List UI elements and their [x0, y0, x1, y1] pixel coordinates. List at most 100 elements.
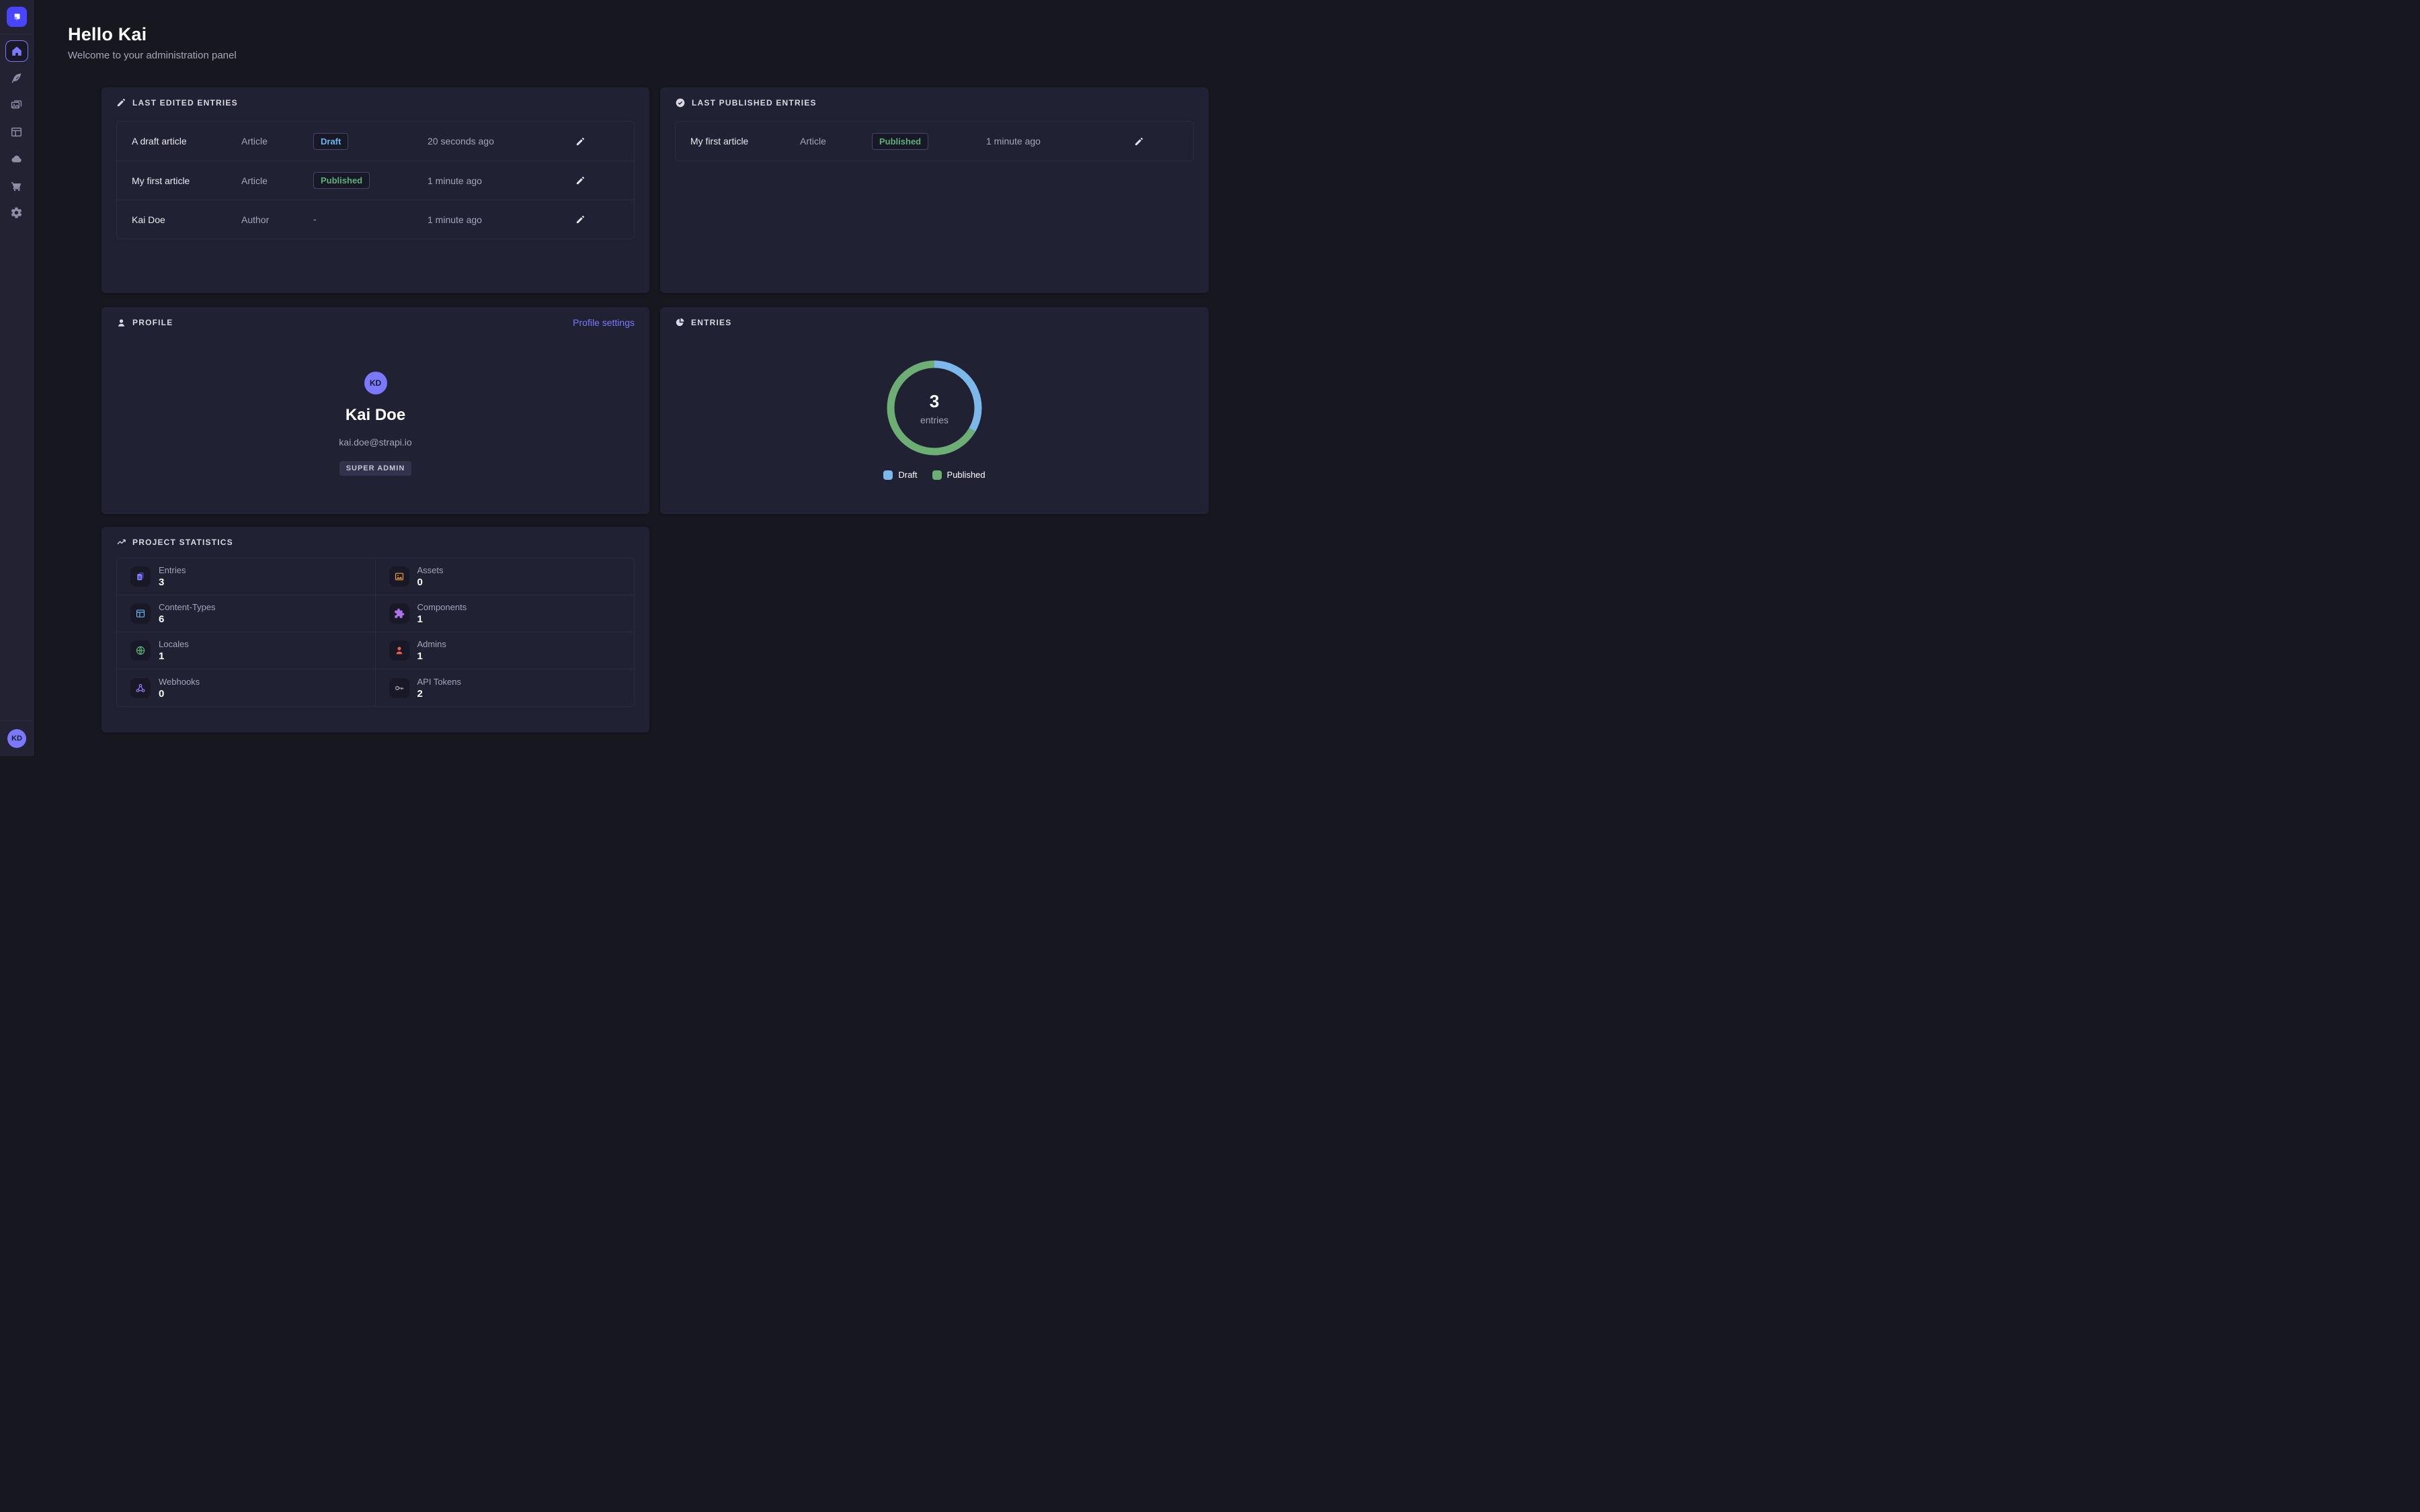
- stat-locales: Locales 1: [117, 632, 376, 669]
- profile-card: PROFILE Profile settings KD Kai Doe kai.…: [102, 307, 649, 514]
- webhook-icon: [130, 678, 151, 698]
- pencil-icon: [1134, 136, 1144, 146]
- layout-icon: [130, 603, 151, 624]
- pencil-icon: [575, 214, 586, 224]
- globe-icon: [130, 640, 151, 661]
- sidebar-item-content-type-builder[interactable]: [5, 121, 28, 142]
- entry-name: A draft article: [132, 136, 233, 146]
- layout-icon: [10, 126, 23, 138]
- entries-donut-chart: 3 entries: [881, 354, 988, 462]
- card-title: PROJECT STATISTICS: [132, 538, 233, 547]
- stat-webhooks: Webhooks 0: [117, 669, 376, 706]
- sidebar: KD: [0, 0, 34, 756]
- sidebar-item-media-library[interactable]: [5, 94, 28, 116]
- legend-label: Draft: [898, 470, 917, 480]
- trend-up-icon: [116, 537, 126, 547]
- status-badge: Published: [872, 133, 928, 150]
- entries-count: 3: [930, 391, 939, 412]
- profile-email: kai.doe@strapi.io: [339, 437, 411, 448]
- draft-swatch: [883, 470, 893, 480]
- entry-time: 1 minute ago: [428, 214, 542, 225]
- table-row[interactable]: Kai Doe Author - 1 minute ago: [117, 200, 634, 239]
- table-row[interactable]: My first article Article Published 1 min…: [117, 161, 634, 200]
- table-row[interactable]: A draft article Article Draft 20 seconds…: [117, 122, 634, 161]
- entries-unit: entries: [920, 415, 949, 425]
- entry-type: Article: [241, 136, 309, 146]
- stat-entries: Entries 3: [117, 558, 376, 595]
- stat-components: Components 1: [376, 595, 635, 632]
- sidebar-item-cloud[interactable]: [5, 148, 28, 169]
- strapi-logo-glyph: [11, 11, 23, 23]
- profile-body: KD Kai Doe kai.doe@strapi.io SUPER ADMIN: [102, 372, 649, 476]
- pencil-icon: [116, 97, 126, 108]
- card-title: LAST EDITED ENTRIES: [132, 98, 238, 108]
- entry-type: Author: [241, 214, 309, 225]
- pencil-icon: [575, 175, 586, 185]
- entry-type: Article: [241, 175, 309, 186]
- edit-entry-button[interactable]: [573, 212, 588, 227]
- page-title: Hello Kai: [68, 24, 147, 45]
- legend-item-published: Published: [932, 470, 985, 480]
- card-header: LAST PUBLISHED ENTRIES: [675, 97, 1194, 108]
- entry-time: 1 minute ago: [428, 175, 542, 186]
- entry-type: Article: [800, 136, 867, 146]
- last-published-entries-card: LAST PUBLISHED ENTRIES My first article …: [660, 87, 1209, 293]
- project-statistics-card: PROJECT STATISTICS Entries 3: [102, 527, 649, 732]
- chart-legend: Draft Published: [660, 470, 1209, 480]
- edit-entry-button[interactable]: [573, 173, 588, 188]
- stat-value: 3: [159, 577, 186, 588]
- key-icon: [389, 678, 409, 698]
- stat-api-tokens: API Tokens 2: [376, 669, 635, 706]
- cloud-icon: [10, 153, 23, 165]
- cart-icon: [10, 179, 23, 192]
- page-subtitle: Welcome to your administration panel: [68, 50, 237, 61]
- edit-entry-button[interactable]: [573, 134, 588, 149]
- card-header: LAST EDITED ENTRIES: [116, 97, 635, 108]
- entry-name: My first article: [690, 136, 791, 146]
- sidebar-item-marketplace[interactable]: [5, 175, 28, 196]
- entry-time: 1 minute ago: [986, 136, 1100, 146]
- published-swatch: [932, 470, 942, 480]
- profile-settings-link[interactable]: Profile settings: [573, 317, 635, 328]
- table-row[interactable]: My first article Article Published 1 min…: [676, 122, 1193, 161]
- main-content: Hello Kai Welcome to your administration…: [34, 0, 1210, 756]
- last-published-table: My first article Article Published 1 min…: [675, 121, 1194, 161]
- last-edited-entries-card: LAST EDITED ENTRIES A draft article Arti…: [102, 87, 649, 293]
- stat-label: Content-Types: [159, 602, 216, 612]
- card-title: LAST PUBLISHED ENTRIES: [692, 98, 817, 108]
- gear-icon: [10, 206, 23, 219]
- stat-label: Entries: [159, 565, 186, 575]
- donut-center-label: 3 entries: [881, 354, 988, 462]
- sidebar-item-settings[interactable]: [5, 202, 28, 223]
- card-header: PROFILE Profile settings: [116, 317, 635, 328]
- pie-chart-icon: [675, 317, 685, 327]
- role-badge: SUPER ADMIN: [339, 461, 412, 476]
- sidebar-item-content-manager[interactable]: [5, 67, 28, 89]
- stat-label: Locales: [159, 639, 189, 649]
- entry-name: My first article: [132, 175, 233, 186]
- entry-name: Kai Doe: [132, 214, 233, 225]
- stat-value: 1: [417, 650, 446, 662]
- sidebar-item-home[interactable]: [5, 40, 28, 62]
- feather-icon: [10, 72, 23, 85]
- picture-icon: [389, 566, 409, 587]
- legend-item-draft: Draft: [883, 470, 917, 480]
- user-avatar[interactable]: KD: [7, 729, 26, 748]
- admin-person-icon: [389, 640, 409, 661]
- stat-value: 0: [417, 577, 444, 588]
- stat-label: Assets: [417, 565, 444, 575]
- edit-entry-button[interactable]: [1131, 134, 1147, 149]
- images-icon: [10, 99, 23, 112]
- stat-label: Webhooks: [159, 677, 200, 687]
- pencil-icon: [575, 136, 586, 146]
- card-header: PROJECT STATISTICS: [116, 537, 635, 547]
- legend-label: Published: [947, 470, 985, 480]
- stat-label: API Tokens: [417, 677, 462, 687]
- sidebar-nav: [5, 40, 28, 223]
- last-edited-table: A draft article Article Draft 20 seconds…: [116, 121, 635, 239]
- stats-grid: Entries 3 Assets 0: [116, 558, 635, 707]
- status-badge: Draft: [313, 133, 348, 150]
- stat-value: 1: [417, 614, 467, 625]
- strapi-logo-icon[interactable]: [7, 7, 27, 27]
- stat-value: 1: [159, 650, 189, 662]
